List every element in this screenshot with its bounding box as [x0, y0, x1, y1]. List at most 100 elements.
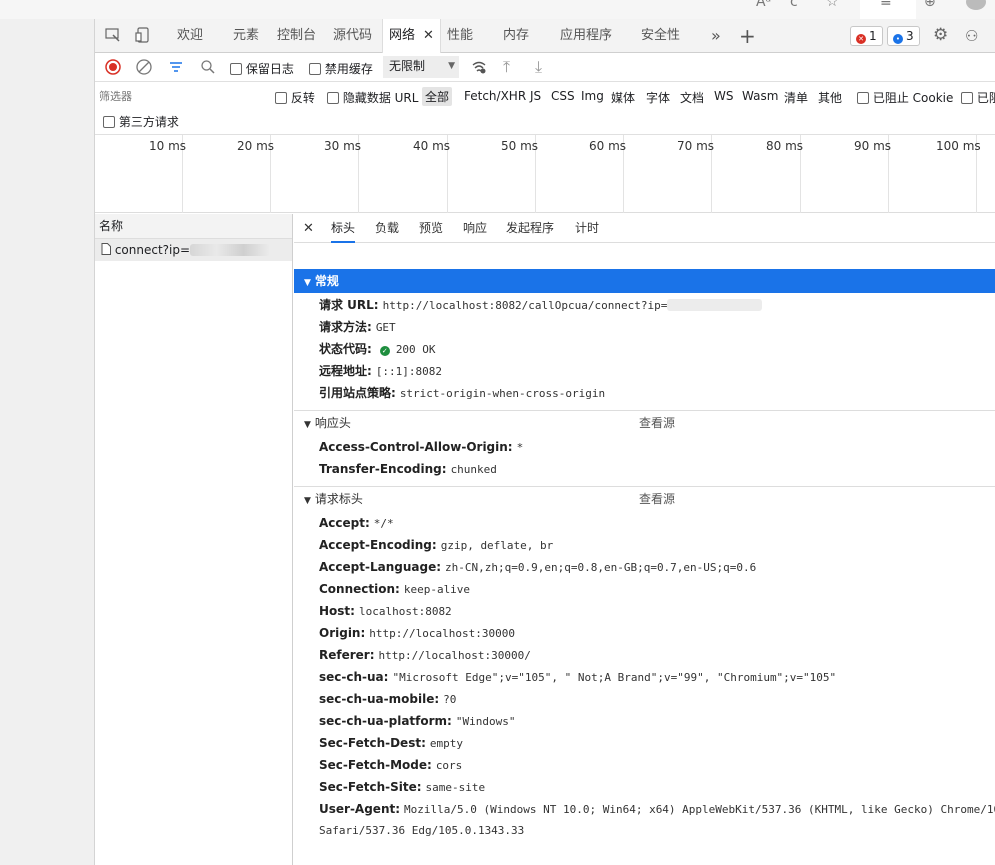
filter-icon[interactable]: [168, 59, 184, 78]
timeline-tick-label: 30 ms: [324, 139, 362, 153]
favorites-add-icon[interactable]: ☆: [826, 0, 839, 10]
tab-application[interactable]: 应用程序: [560, 19, 612, 53]
tab-performance[interactable]: 性能: [447, 19, 473, 53]
section-request-headers-header[interactable]: ▼ 请求标头 查看源: [294, 486, 995, 510]
header-value: http://localhost:8082/callOpcua/connect?…: [382, 299, 668, 312]
filter-type-media[interactable]: 媒体: [611, 89, 635, 106]
detail-tabbar: ✕ 标头 负载 预览 响应 发起程序 计时: [294, 214, 995, 243]
section-general-header[interactable]: ▼ 常规: [294, 269, 995, 293]
filter-type-font[interactable]: 字体: [646, 89, 670, 106]
filter-type-css[interactable]: CSS: [551, 89, 575, 103]
filter-type-img[interactable]: Img: [581, 89, 604, 103]
more-tabs-icon[interactable]: »: [711, 19, 721, 53]
filter-type-js[interactable]: JS: [530, 89, 541, 103]
checkbox-icon: [230, 63, 242, 75]
section-response-headers-header[interactable]: ▼ 响应头 查看源: [294, 410, 995, 434]
tab-sources[interactable]: 源代码: [333, 19, 372, 53]
tab-initiator[interactable]: 发起程序: [506, 214, 554, 243]
search-icon[interactable]: [200, 59, 216, 78]
tab-console[interactable]: 控制台: [277, 19, 316, 53]
request-row[interactable]: connect?ip=: [95, 239, 292, 261]
error-icon: ✕: [856, 34, 866, 44]
throttling-select[interactable]: 无限制 ▼: [383, 56, 459, 78]
view-source-link[interactable]: 查看源: [639, 411, 675, 435]
header-value: zh-CN,zh;q=0.9,en;q=0.8,en-GB;q=0.7,en-U…: [445, 561, 757, 574]
header-row: User-Agent: Mozilla/5.0 (Windows NT 10.0;…: [319, 798, 995, 820]
third-party-checkbox[interactable]: 第三方请求: [103, 113, 179, 130]
dropdown-arrow-icon: ▼: [448, 61, 455, 71]
tab-timing[interactable]: 计时: [575, 214, 599, 243]
network-conditions-icon[interactable]: [471, 59, 487, 78]
collections-icon[interactable]: ᴄ: [790, 0, 798, 10]
filter-type-doc[interactable]: 文档: [680, 89, 704, 106]
tab-network[interactable]: 网络 ✕: [382, 19, 441, 53]
column-header-name[interactable]: 名称: [95, 214, 292, 239]
export-har-icon[interactable]: ⤓: [535, 57, 542, 77]
close-tab-icon[interactable]: ✕: [423, 28, 434, 43]
header-value: same-site: [425, 781, 486, 794]
header-row: Access-Control-Allow-Origin: *: [319, 436, 523, 458]
header-row: sec-ch-ua-platform: "Windows": [319, 710, 515, 732]
filter-type-manifest[interactable]: 清单: [784, 89, 808, 106]
header-row: sec-ch-ua: "Microsoft Edge";v="105", " No…: [319, 666, 836, 688]
active-toolbar-button[interactable]: ≡: [860, 0, 916, 19]
message-count-badge[interactable]: • 3: [887, 26, 920, 46]
tab-response[interactable]: 响应: [463, 214, 487, 243]
header-value: cors: [435, 759, 463, 772]
read-aloud-icon[interactable]: Aᵃ: [756, 0, 771, 10]
header-value: gzip, deflate, br: [440, 539, 554, 552]
header-key: 远程地址:: [319, 364, 372, 378]
tab-memory[interactable]: 内存: [503, 19, 529, 53]
header-row: Sec-Fetch-Site: same-site: [319, 776, 485, 798]
clear-icon[interactable]: [136, 59, 152, 78]
filter-type-ws[interactable]: WS: [714, 89, 733, 103]
settings-gear-icon[interactable]: ⚙: [933, 25, 948, 45]
timeline-tick-label: 10 ms: [149, 139, 187, 153]
timeline-overview[interactable]: 10 ms 20 ms 30 ms 40 ms 50 ms 60 ms 70 m…: [95, 135, 995, 213]
view-source-link[interactable]: 查看源: [639, 487, 675, 511]
error-count: 1: [869, 29, 877, 43]
header-key: Referer:: [319, 648, 375, 662]
error-count-badge[interactable]: ✕ 1: [850, 26, 883, 46]
tab-welcome[interactable]: 欢迎: [177, 19, 203, 53]
invert-checkbox[interactable]: 反转: [275, 89, 315, 106]
section-title: 响应头: [314, 416, 351, 430]
header-value: ?0: [443, 693, 457, 706]
disable-cache-checkbox[interactable]: 禁用缓存: [309, 60, 373, 77]
inspect-element-icon[interactable]: [105, 27, 121, 47]
network-toolbar: 保留日志 禁用缓存 无限制 ▼ ⤒ ⤓: [95, 54, 995, 82]
header-value: "Microsoft Edge";v="105", " Not;A Brand"…: [392, 671, 837, 684]
add-tab-icon[interactable]: +: [739, 19, 756, 53]
blocked-requests-checkbox[interactable]: 已阻: [961, 89, 995, 106]
filter-type-wasm[interactable]: Wasm: [742, 89, 778, 103]
header-row: Accept-Encoding: gzip, deflate, br: [319, 534, 553, 556]
header-row: 请求 URL: http://localhost:8082/callOpcua/c…: [319, 294, 763, 316]
header-key: Accept-Language:: [319, 560, 442, 574]
filter-type-all[interactable]: 全部: [422, 87, 453, 106]
blocked-requests-label: 已阻: [976, 91, 995, 105]
filter-type-fetch-xhr[interactable]: Fetch/XHR: [464, 89, 526, 103]
tab-preview[interactable]: 预览: [419, 214, 443, 243]
devtools-panel: 欢迎 元素 控制台 源代码 网络 ✕ 性能 内存 应用程序 安全性 » + ✕ 1 …: [95, 19, 995, 865]
collections-add-icon[interactable]: ⊕: [924, 0, 936, 10]
tab-elements[interactable]: 元素: [233, 19, 259, 53]
blocked-cookies-checkbox[interactable]: 已阻止 Cookie: [857, 89, 953, 106]
hide-data-urls-checkbox[interactable]: 隐藏数据 URL: [327, 89, 418, 106]
tab-payload[interactable]: 负载: [375, 214, 399, 243]
import-har-icon[interactable]: ⤒: [503, 57, 510, 77]
close-detail-icon[interactable]: ✕: [303, 214, 314, 243]
device-toolbar-icon[interactable]: [135, 27, 151, 47]
preserve-log-checkbox[interactable]: 保留日志: [230, 60, 294, 77]
header-value: GET: [375, 321, 396, 334]
tab-security[interactable]: 安全性: [641, 19, 680, 53]
favorites-icon: ≡: [880, 0, 892, 10]
checkbox-icon: [961, 92, 973, 104]
section-title: 请求标头: [314, 492, 363, 506]
tab-headers[interactable]: 标头: [331, 214, 356, 243]
header-key: Host:: [319, 604, 355, 618]
profile-avatar-icon[interactable]: [966, 0, 986, 10]
filter-type-other[interactable]: 其他: [818, 89, 842, 106]
feedback-icon[interactable]: ⚇: [965, 27, 978, 45]
filter-input[interactable]: [97, 86, 261, 106]
record-stop-icon[interactable]: [105, 59, 121, 78]
